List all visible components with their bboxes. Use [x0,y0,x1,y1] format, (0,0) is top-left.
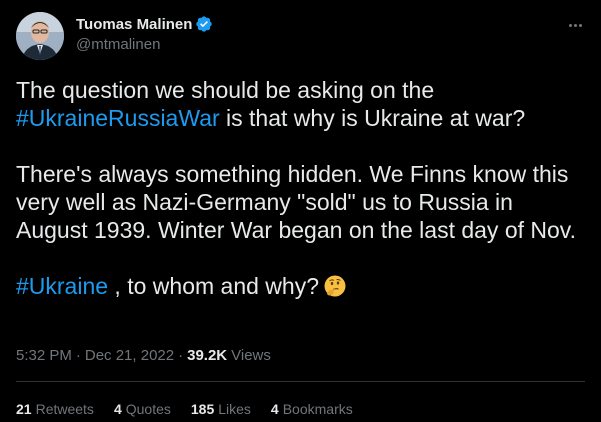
tweet-paragraph-2: There's always something hidden. We Finn… [16,161,576,243]
bookmarks-stat[interactable]: 4 Bookmarks [271,401,353,417]
tweet-time[interactable]: 5:32 PM [16,347,72,364]
retweets-label: Retweets [35,401,94,417]
likes-label: Likes [218,401,251,417]
author-display-name[interactable]: Tuomas Malinen [76,16,192,33]
tweet-text-segment: , to whom and why? [108,273,319,299]
name-row: Tuomas Malinen [76,14,213,34]
separator-dot: · [178,346,184,364]
author-info: Tuomas Malinen @mtmalinen [76,14,213,53]
views-label: Views [231,346,271,364]
tweet-paragraph-3: #Ukraine , to whom and why? [16,272,585,300]
tweet-date[interactable]: Dec 21, 2022 [85,347,174,364]
tweet-text: The question we should be asking on the #… [16,76,585,328]
tweet-text-segment: is that why is Ukraine at war? [219,105,526,131]
author-handle[interactable]: @mtmalinen [76,36,213,53]
quotes-stat[interactable]: 4 Quotes [114,401,171,417]
more-options-icon[interactable] [565,16,585,34]
hashtag-ukraine[interactable]: #Ukraine [16,273,108,299]
retweets-stat[interactable]: 21 Retweets [16,401,94,417]
avatar[interactable] [16,12,64,60]
bookmarks-count: 4 [270,401,279,417]
hashtag-ukraine-russia-war[interactable]: #UkraineRussiaWar [16,105,220,131]
retweets-count: 21 [16,401,32,417]
quotes-label: Quotes [125,401,171,417]
tweet-meta: 5:32 PM · Dec 21, 2022 · 39.2K Views [16,345,271,365]
tweet-paragraph-1: The question we should be asking on the #… [16,76,585,132]
tweet-header: Tuomas Malinen @mtmalinen [16,12,585,60]
verified-badge-icon[interactable] [195,15,213,33]
engagement-stats: 21 Retweets 4 Quotes 185 Likes 4 Bookmarks [16,399,373,419]
likes-count: 185 [190,401,215,417]
divider [16,381,585,382]
separator-dot: · [75,346,81,364]
thinking-face-icon [323,274,347,298]
tweet-text-segment: The question we should be asking on the [16,77,435,103]
tweet: Tuomas Malinen @mtmalinen The question w… [0,0,601,422]
likes-stat[interactable]: 185 Likes [191,401,251,417]
bookmarks-label: Bookmarks [282,401,353,417]
views-count: 39.2K [187,346,228,364]
quotes-count: 4 [113,401,122,417]
